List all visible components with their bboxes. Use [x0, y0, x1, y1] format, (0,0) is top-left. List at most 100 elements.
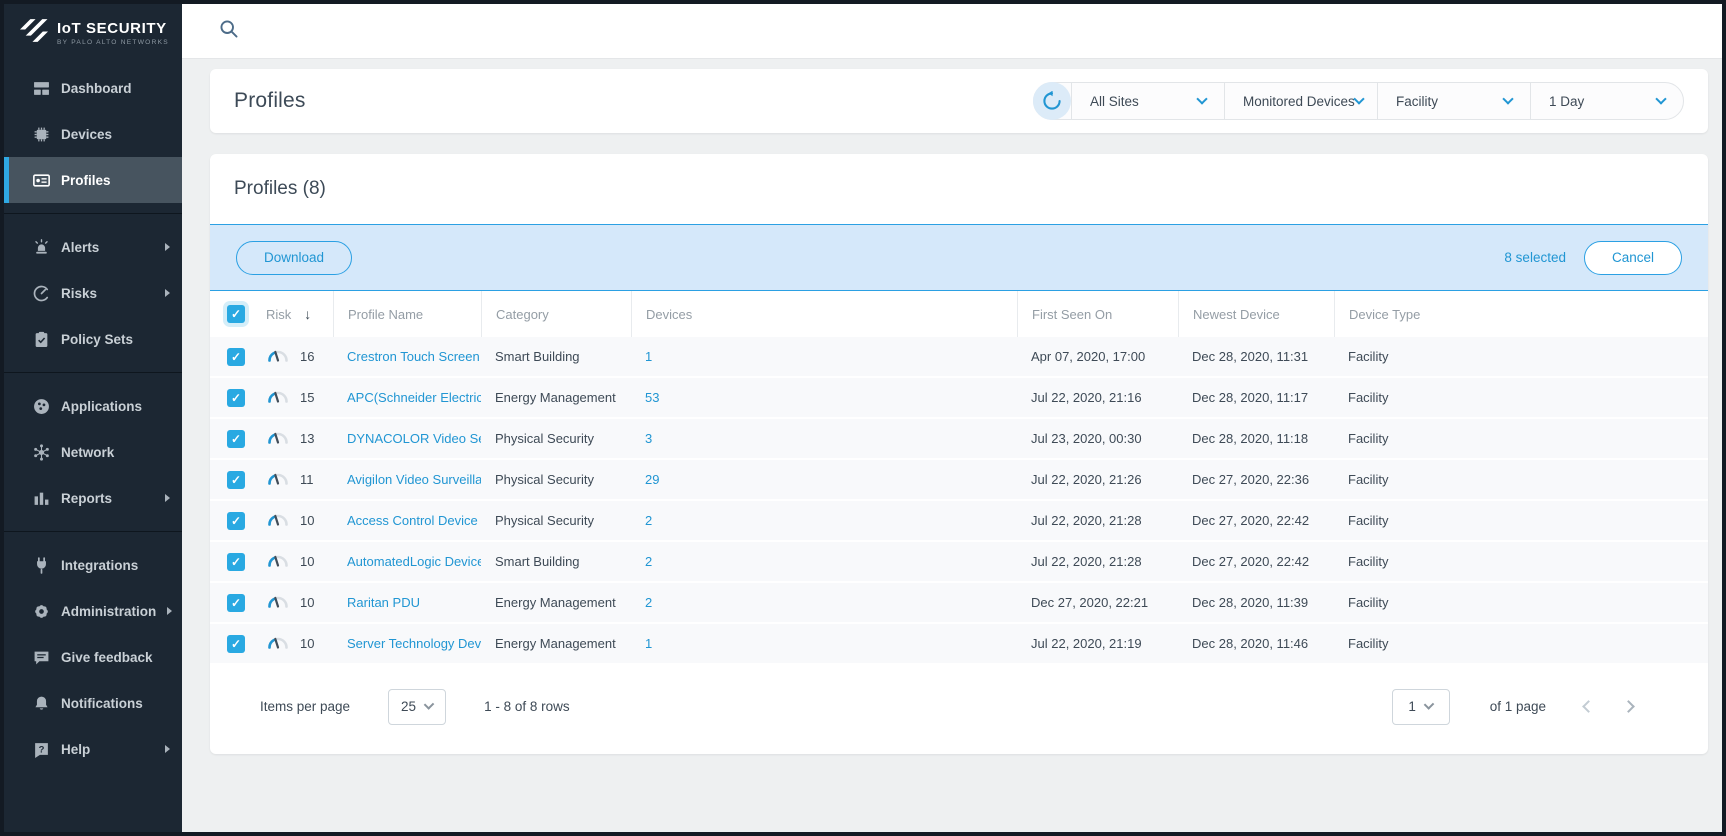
chevron-down-icon — [1502, 93, 1513, 104]
devices-count-link[interactable]: 29 — [645, 472, 659, 487]
row-checkbox[interactable] — [227, 553, 245, 571]
filter-dropdown-all-sites[interactable]: All Sites — [1071, 83, 1224, 119]
row-checkbox[interactable] — [227, 389, 245, 407]
previous-page-button[interactable] — [1568, 702, 1608, 711]
sidebar-item-notifications[interactable]: Notifications — [4, 680, 182, 726]
cancel-button[interactable]: Cancel — [1584, 241, 1682, 275]
header-newest-device[interactable]: Newest Device — [1178, 291, 1334, 337]
risk-score: 13 — [300, 431, 314, 446]
row-checkbox[interactable] — [227, 430, 245, 448]
header-risk[interactable]: Risk ↓ — [258, 291, 333, 337]
items-per-page-select[interactable]: 25 — [388, 689, 446, 725]
filter-dropdown-value: 1 Day — [1549, 94, 1584, 109]
sidebar-item-policy-sets[interactable]: Policy Sets — [4, 316, 182, 362]
device-type-cell: Facility — [1334, 431, 1708, 446]
sidebar-item-reports[interactable]: Reports — [4, 475, 182, 521]
row-checkbox[interactable] — [227, 594, 245, 612]
category-cell: Physical Security — [481, 513, 631, 528]
sort-descending-icon[interactable]: ↓ — [304, 306, 311, 322]
first-seen-cell: Jul 22, 2020, 21:26 — [1017, 472, 1178, 487]
newest-device-cell: Dec 27, 2020, 22:42 — [1178, 513, 1334, 528]
risk-gauge-icon — [266, 348, 290, 365]
panel-header: Profiles (8) — [210, 154, 1708, 224]
row-checkbox[interactable] — [227, 512, 245, 530]
header-devices[interactable]: Devices — [631, 291, 1017, 337]
category-cell: Smart Building — [481, 349, 631, 364]
sidebar-item-help[interactable]: ? Help — [4, 726, 182, 772]
sidebar-item-alerts[interactable]: Alerts — [4, 224, 182, 270]
filter-dropdown-monitored-devices[interactable]: Monitored Devices — [1224, 83, 1377, 119]
app-window: IoT SECURITY BY PALO ALTO NETWORKS Dashb… — [0, 0, 1726, 836]
sidebar-divider — [4, 531, 182, 532]
sidebar-item-give-feedback[interactable]: Give feedback — [4, 634, 182, 680]
row-checkbox[interactable] — [227, 471, 245, 489]
next-page-button[interactable] — [1608, 702, 1648, 711]
header-profile-name[interactable]: Profile Name — [333, 291, 481, 337]
sidebar-item-administration[interactable]: Administration — [4, 588, 182, 634]
sidebar-item-devices[interactable]: Devices — [4, 111, 182, 157]
refresh-button[interactable] — [1033, 82, 1071, 120]
table-body: 16 Crestron Touch Screen Device Smart Bu… — [210, 337, 1708, 665]
header-category[interactable]: Category — [481, 291, 631, 337]
profile-name-link[interactable]: DYNACOLOR Video Security S... — [347, 431, 481, 446]
chevron-right-icon — [165, 289, 170, 297]
devices-count-link[interactable]: 1 — [645, 349, 652, 364]
profile-name-link[interactable]: Server Technology Device — [347, 636, 481, 651]
applications-icon — [32, 397, 50, 415]
sidebar-item-label: Policy Sets — [61, 332, 133, 347]
brand-subtitle: BY PALO ALTO NETWORKS — [57, 39, 169, 46]
sidebar-item-label: Integrations — [61, 558, 138, 573]
header-checkbox-cell — [210, 291, 258, 337]
row-checkbox[interactable] — [227, 348, 245, 366]
header-first-seen-on[interactable]: First Seen On — [1017, 291, 1178, 337]
chevron-down-icon — [424, 699, 435, 710]
profile-name-link[interactable]: Raritan PDU — [347, 595, 420, 610]
devices-count-link[interactable]: 3 — [645, 431, 652, 446]
profile-name-link[interactable]: Avigilon Video Surveillance — [347, 472, 481, 487]
sidebar-item-applications[interactable]: Applications — [4, 383, 182, 429]
first-seen-cell: Jul 22, 2020, 21:28 — [1017, 554, 1178, 569]
sidebar-item-profiles[interactable]: Profiles — [4, 157, 182, 203]
devices-count-link[interactable]: 2 — [645, 595, 652, 610]
palo-alto-logo-icon — [20, 19, 48, 47]
category-cell: Energy Management — [481, 390, 631, 405]
table-row: 13 DYNACOLOR Video Security S... Physica… — [210, 419, 1708, 460]
profile-name-link[interactable]: Access Control Device — [347, 513, 478, 528]
filter-dropdown-1-day[interactable]: 1 Day — [1530, 83, 1683, 119]
newest-device-cell: Dec 27, 2020, 22:42 — [1178, 554, 1334, 569]
profile-name-link[interactable]: APC(Schneider Electric) Smart... — [347, 390, 481, 405]
filter-dropdowns: All Sites Monitored Devices Facility — [1071, 83, 1683, 119]
risk-cell: 10 — [258, 594, 333, 611]
sidebar-item-label: Risks — [61, 286, 97, 301]
profile-name-link[interactable]: AutomatedLogic Device — [347, 554, 481, 569]
chevron-down-icon — [1196, 93, 1207, 104]
devices-count-link[interactable]: 53 — [645, 390, 659, 405]
sidebar-item-integrations[interactable]: Integrations — [4, 542, 182, 588]
risk-cell: 10 — [258, 553, 333, 570]
main-area: Profiles All Sites — [182, 4, 1722, 832]
profile-name-link[interactable]: Crestron Touch Screen Device — [347, 349, 481, 364]
devices-count-link[interactable]: 2 — [645, 554, 652, 569]
table-header: Risk ↓ Profile Name Category Devices Fir… — [210, 291, 1708, 337]
filter-dropdown-facility[interactable]: Facility — [1377, 83, 1530, 119]
header-device-type[interactable]: Device Type — [1334, 291, 1708, 337]
devices-count-link[interactable]: 1 — [645, 636, 652, 651]
category-cell: Physical Security — [481, 431, 631, 446]
chevron-right-icon — [167, 607, 172, 615]
sidebar-item-risks[interactable]: Risks — [4, 270, 182, 316]
newest-device-cell: Dec 27, 2020, 22:36 — [1178, 472, 1334, 487]
row-checkbox[interactable] — [227, 635, 245, 653]
sidebar-item-dashboard[interactable]: Dashboard — [4, 65, 182, 111]
search-icon[interactable] — [219, 19, 239, 44]
first-seen-cell: Jul 22, 2020, 21:16 — [1017, 390, 1178, 405]
devices-count-link[interactable]: 2 — [645, 513, 652, 528]
select-all-checkbox[interactable] — [227, 305, 245, 323]
sidebar-item-label: Network — [61, 445, 114, 460]
page-select[interactable]: 1 — [1392, 689, 1450, 725]
first-seen-cell: Apr 07, 2020, 17:00 — [1017, 349, 1178, 364]
sidebar-item-label: Profiles — [61, 173, 111, 188]
sidebar-item-network[interactable]: Network — [4, 429, 182, 475]
download-button[interactable]: Download — [236, 241, 352, 275]
filter-dropdown-value: All Sites — [1090, 94, 1139, 109]
risk-gauge-icon — [266, 471, 290, 488]
